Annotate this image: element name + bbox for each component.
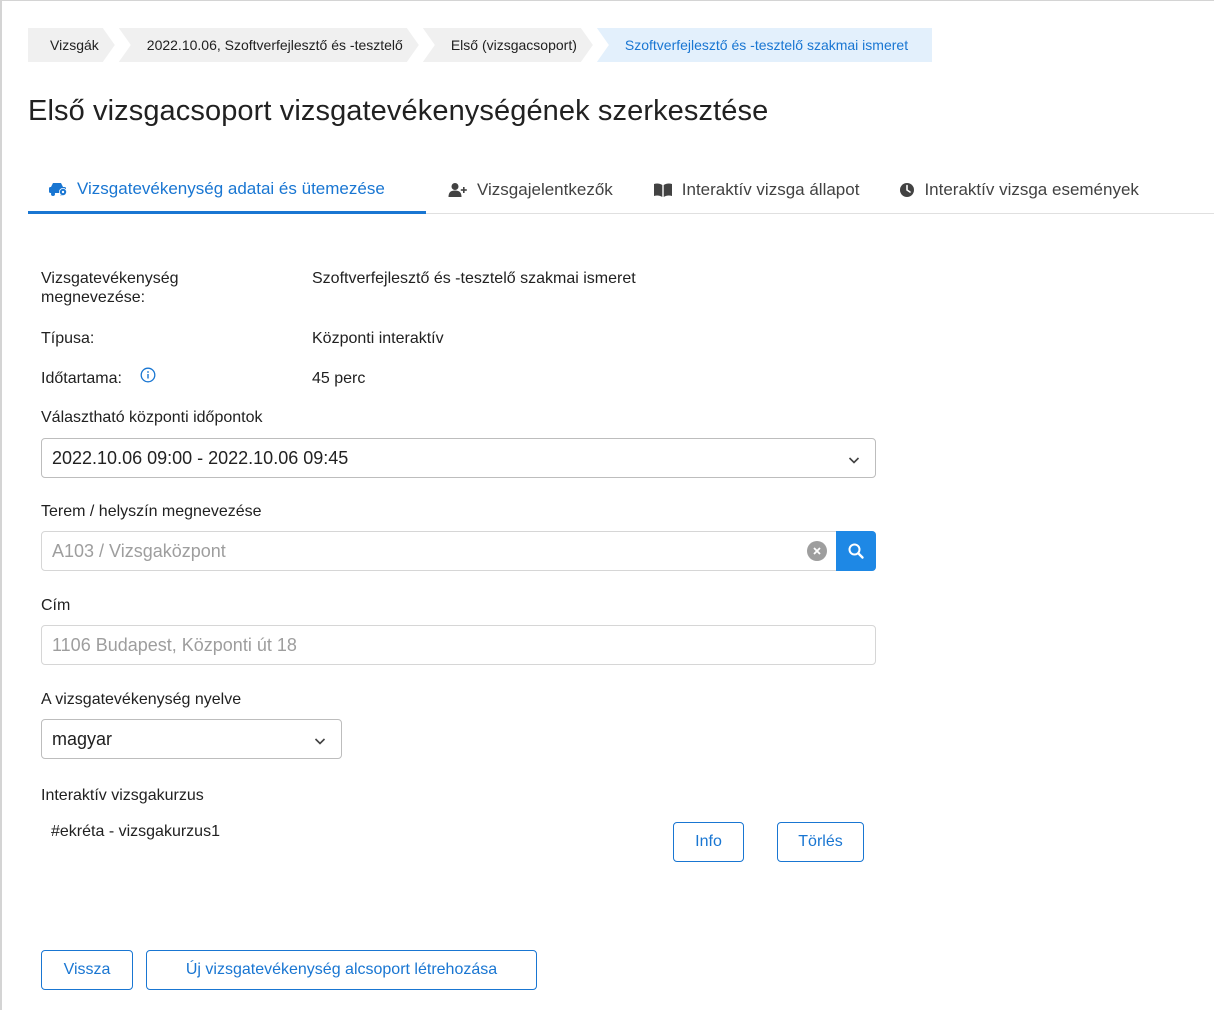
type-value: Központi interaktív [312, 330, 444, 347]
delete-button[interactable]: Törlés [777, 822, 864, 862]
clear-icon[interactable] [807, 541, 827, 561]
duration-label-row: Időtartama: [41, 367, 156, 388]
timeslot-value: 2022.10.06 09:00 - 2022.10.06 09:45 [52, 447, 349, 468]
tab-interactive-events[interactable]: Interaktív vizsga események [879, 166, 1158, 213]
tab-label: Interaktív vizsga állapot [681, 179, 860, 199]
add-user-icon [448, 182, 468, 198]
room-value: A103 / Vizsgaközpont [52, 540, 226, 561]
tab-bar: Vizsgatevékenység adatai és ütemezése Vi… [28, 166, 1214, 214]
language-select[interactable]: magyar [41, 719, 342, 759]
breadcrumb-item-exam-date[interactable]: 2022.10.06, Szoftverfejlesztő és -teszte… [119, 28, 419, 62]
course-label: Interaktív vizsgakurzus [41, 787, 204, 804]
tab-label: Vizsgajelentkezők [477, 179, 613, 199]
back-button[interactable]: Vissza [41, 950, 133, 990]
window-left-border [0, 0, 2, 1010]
language-label: A vizsgatevékenység nyelve [41, 691, 242, 708]
address-label: Cím [41, 597, 71, 614]
breadcrumb-item-current: Szoftverfejlesztő és -tesztelő szakmai i… [596, 28, 933, 62]
chevron-down-icon [847, 451, 861, 472]
search-icon [848, 543, 864, 559]
chevron-down-icon [313, 732, 327, 753]
new-subgroup-button[interactable]: Új vizsgatevékenység alcsoport létrehozá… [146, 950, 537, 990]
address-input[interactable]: 1106 Budapest, Központi út 18 [41, 625, 876, 665]
tab-interactive-status[interactable]: Interaktív vizsga állapot [633, 166, 880, 213]
breadcrumb-item-exams[interactable]: Vizsgák [28, 28, 115, 62]
page-title: Első vizsgacsoport vizsgatevékenységének… [28, 95, 769, 127]
book-icon [653, 182, 673, 198]
breadcrumb-item-exam-group[interactable]: Első (vizsgacsoport) [423, 28, 593, 62]
room-label: Terem / helyszín megnevezése [41, 503, 262, 520]
address-value: 1106 Budapest, Központi út 18 [52, 634, 297, 655]
activity-name-value: Szoftverfejlesztő és -tesztelő szakmai i… [312, 270, 636, 287]
info-icon[interactable] [140, 367, 156, 388]
duration-value: 45 perc [312, 370, 366, 387]
room-input[interactable]: A103 / Vizsgaközpont [41, 531, 876, 571]
clock-icon [899, 182, 915, 198]
timeslot-select[interactable]: 2022.10.06 09:00 - 2022.10.06 09:45 [41, 438, 876, 478]
tab-label: Interaktív vizsga események [924, 179, 1139, 199]
activity-name-label: Vizsgatevékenység megnevezése: [41, 270, 179, 306]
info-button[interactable]: Info [673, 822, 744, 862]
car-icon [48, 181, 68, 197]
search-button[interactable] [836, 531, 876, 571]
type-label: Típusa: [41, 330, 95, 347]
tab-applicants[interactable]: Vizsgajelentkezők [426, 166, 633, 213]
duration-label: Időtartama: [41, 370, 122, 387]
tab-label: Vizsgatevékenység adatai és ütemezése [77, 178, 385, 198]
language-value: magyar [52, 728, 113, 749]
tab-activity-details[interactable]: Vizsgatevékenység adatai és ütemezése [28, 166, 426, 214]
window-top-border [0, 0, 1214, 1]
breadcrumb: Vizsgák 2022.10.06, Szoftverfejlesztő és… [28, 28, 936, 62]
course-value: #ekréta - vizsgakurzus1 [51, 823, 220, 840]
timeslot-label: Választható központi időpontok [41, 409, 263, 426]
